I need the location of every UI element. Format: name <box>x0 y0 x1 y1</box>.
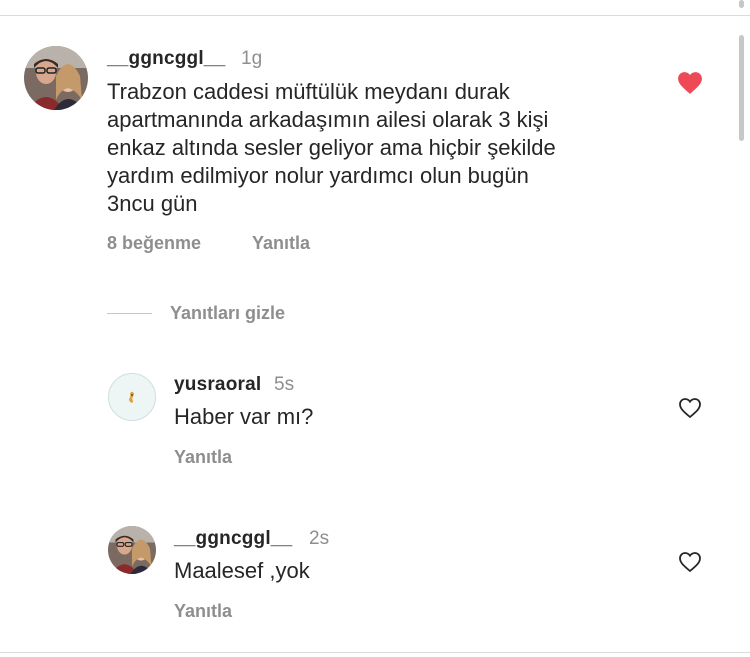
comment-line: apartmanında arkadaşımın ailesi olarak 3… <box>107 107 549 132</box>
reply-button[interactable]: Yanıtla <box>174 601 232 622</box>
likes-count[interactable]: 8 beğenme <box>107 233 201 254</box>
avatar[interactable] <box>108 373 156 421</box>
top-divider <box>0 15 750 16</box>
reply-username[interactable]: __ggncggl__ <box>174 528 292 550</box>
comment-line: Trabzon caddesi müftülük meydanı durak <box>107 79 510 104</box>
reply-time: 2s <box>309 528 330 549</box>
heart-outline-icon[interactable] <box>678 551 702 573</box>
hide-replies-button[interactable]: Yanıtları gizle <box>170 303 285 324</box>
heart-filled-icon[interactable] <box>677 71 703 95</box>
heart-outline-icon[interactable] <box>678 397 702 419</box>
comment-username[interactable]: __ggncggl__ <box>107 48 225 70</box>
avatar[interactable] <box>108 526 156 574</box>
reply-text: Maalesef ,yok <box>174 558 310 583</box>
reply-text: Haber var mı? <box>174 404 314 429</box>
reply-username[interactable]: yusraoral <box>174 374 261 396</box>
scrollbar-top[interactable] <box>739 0 744 8</box>
replies-divider <box>107 313 152 314</box>
comment-line: yardım edilmiyor nolur yardımcı olun bug… <box>107 163 529 188</box>
avatar[interactable] <box>24 46 88 110</box>
comment-line: enkaz altında sesler geliyor ama hiçbir … <box>107 135 556 160</box>
reply-button[interactable]: Yanıtla <box>252 233 310 254</box>
reply-button[interactable]: Yanıtla <box>174 447 232 468</box>
comment-line: 3ncu gün <box>107 191 198 216</box>
comment-time: 1g <box>241 48 263 69</box>
scrollbar[interactable] <box>739 35 744 141</box>
bottom-divider <box>0 652 750 653</box>
reply-time: 5s <box>274 374 295 395</box>
comment-text: Trabzon caddesi müftülük meydanı durak a… <box>107 78 667 218</box>
